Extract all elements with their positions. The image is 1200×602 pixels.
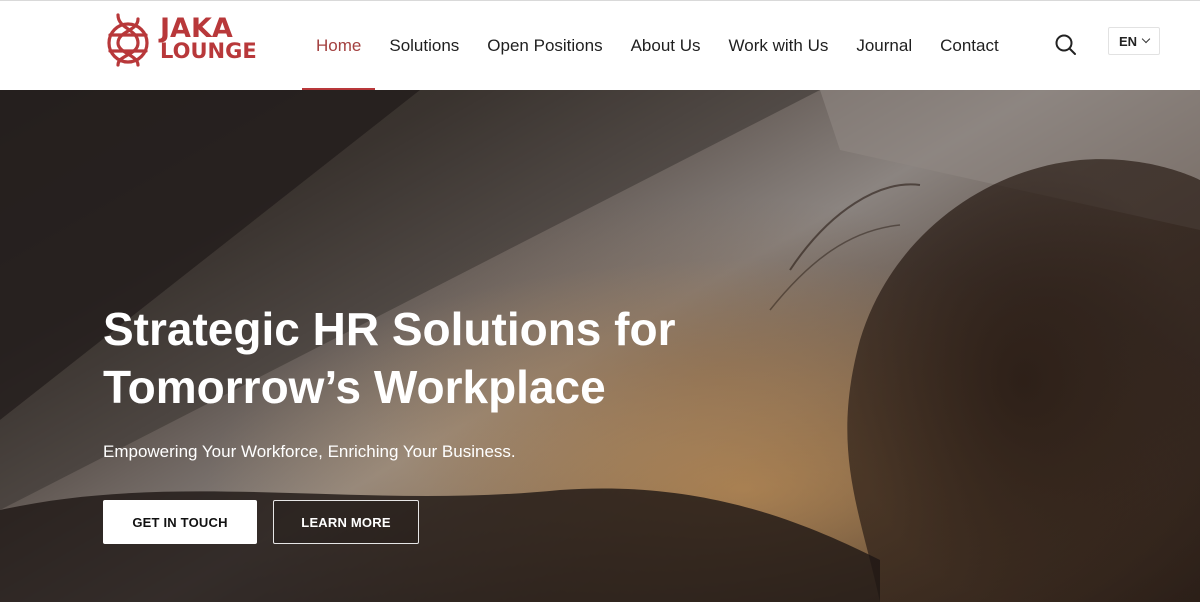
learn-more-button[interactable]: LEARN MORE	[273, 500, 419, 544]
nav-item-open-positions[interactable]: Open Positions	[473, 1, 616, 91]
logo-wordmark: JAKA LOUNGE	[160, 15, 257, 62]
logo-text-lounge: LOUNGE	[160, 39, 257, 63]
get-in-touch-button[interactable]: GET IN TOUCH	[103, 500, 257, 544]
search-icon	[1055, 34, 1076, 55]
language-label: EN	[1118, 33, 1138, 49]
brand-logo[interactable]: JAKA LOUNGE	[102, 9, 257, 69]
main-nav: Home Solutions Open Positions About Us W…	[302, 1, 1013, 91]
chevron-down-icon	[1141, 34, 1151, 44]
hero-title-line-2: Tomorrow’s Workplace	[103, 361, 606, 413]
hero-content: Strategic HR Solutions for Tomorrow’s Wo…	[103, 300, 803, 462]
nav-item-solutions[interactable]: Solutions	[375, 1, 473, 91]
hero-title-line-1: Strategic HR Solutions for	[103, 303, 676, 355]
hero-section: Strategic HR Solutions for Tomorrow’s Wo…	[0, 90, 1200, 602]
logo-text-jaka: JAKA	[160, 13, 233, 44]
nav-item-work-with-us[interactable]: Work with Us	[715, 1, 843, 91]
nav-item-about-us[interactable]: About Us	[617, 1, 715, 91]
nav-item-contact[interactable]: Contact	[926, 1, 1013, 91]
nav-item-journal[interactable]: Journal	[842, 1, 926, 91]
hero-title: Strategic HR Solutions for Tomorrow’s Wo…	[103, 300, 803, 416]
nav-item-home[interactable]: Home	[302, 1, 376, 91]
site-header: JAKA LOUNGE Home Solutions Open Position…	[0, 0, 1200, 91]
search-button[interactable]	[1050, 29, 1082, 61]
language-selector[interactable]: EN	[1108, 27, 1160, 55]
knot-logo-icon	[107, 13, 149, 67]
hero-subtitle: Empowering Your Workforce, Enriching You…	[103, 442, 516, 461]
